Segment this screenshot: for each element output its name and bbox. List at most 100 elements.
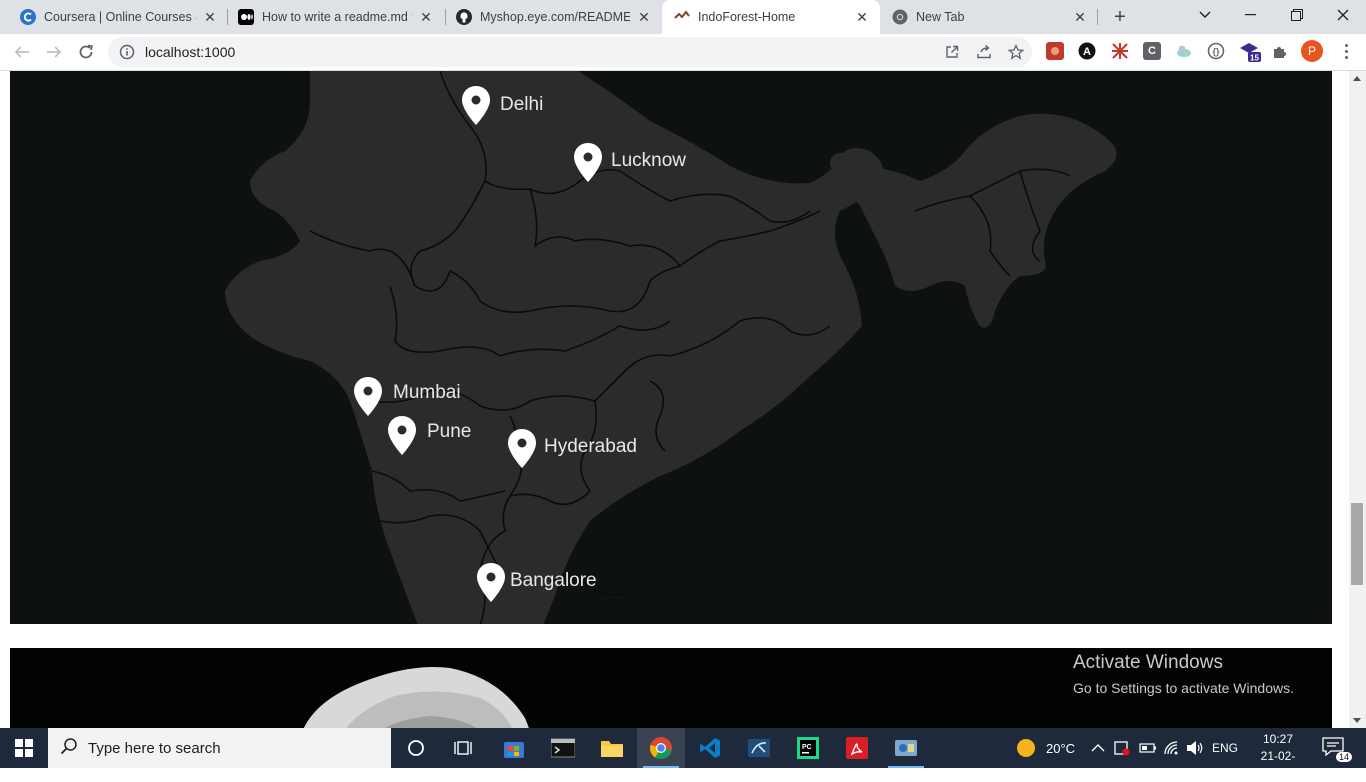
taskbar-chrome[interactable] bbox=[637, 728, 685, 768]
map-pin-icon bbox=[477, 563, 505, 602]
city-pin-pune[interactable]: Pune bbox=[388, 416, 471, 455]
taskbar-search[interactable]: Type here to search bbox=[48, 728, 391, 768]
chrome-icon bbox=[892, 9, 908, 25]
city-pin-bangalore[interactable]: Bangalore bbox=[477, 563, 597, 602]
close-icon[interactable]: ✕ bbox=[636, 9, 652, 25]
taskbar-store[interactable] bbox=[490, 728, 538, 768]
start-button[interactable] bbox=[0, 728, 48, 768]
tray-battery[interactable] bbox=[1139, 728, 1157, 768]
site-icon bbox=[674, 9, 690, 25]
city-label: Mumbai bbox=[393, 382, 461, 403]
india-map-section: Delhi Lucknow Mumbai Pune Hyderabad Bang… bbox=[10, 71, 1332, 624]
tab-readme[interactable]: How to write a readme.md file? ✕ bbox=[226, 0, 444, 34]
taskbar-file-explorer[interactable] bbox=[588, 728, 636, 768]
extension-c-icon[interactable]: C bbox=[1143, 42, 1161, 60]
weather-widget[interactable]: 20°C bbox=[1016, 728, 1075, 768]
info-icon[interactable] bbox=[119, 44, 135, 60]
city-label: Hyderabad bbox=[544, 436, 637, 457]
tray-language[interactable]: ENG bbox=[1212, 728, 1238, 768]
address-url: localhost:1000 bbox=[145, 44, 236, 60]
open-in-app-icon[interactable] bbox=[942, 42, 962, 62]
chevron-up-icon bbox=[1091, 744, 1105, 752]
tab-indoforest[interactable]: IndoForest-Home ✕ bbox=[662, 0, 880, 34]
map-pin-icon bbox=[574, 143, 602, 182]
back-button[interactable] bbox=[10, 40, 34, 64]
svg-text:A: A bbox=[1083, 46, 1091, 58]
wifi-icon bbox=[1164, 741, 1178, 755]
github-icon bbox=[456, 9, 472, 25]
clock-date: 21-02-2022 bbox=[1260, 749, 1296, 780]
tab-github[interactable]: Myshop.eye.com/README.md ✕ bbox=[444, 0, 662, 34]
taskbar-mysql-workbench[interactable] bbox=[735, 728, 783, 768]
pycharm-icon: PC bbox=[797, 737, 819, 759]
task-view-button[interactable] bbox=[440, 728, 488, 768]
taskbar-acrobat[interactable] bbox=[833, 728, 881, 768]
taskbar-pycharm[interactable]: PC bbox=[784, 728, 832, 768]
mysql-workbench-icon bbox=[748, 739, 770, 757]
sun-icon bbox=[1017, 739, 1035, 757]
page-viewport: Delhi Lucknow Mumbai Pune Hyderabad Bang… bbox=[0, 71, 1366, 728]
tab-strip: Coursera | Online Courses & Cr ✕ How to … bbox=[0, 0, 1366, 34]
reload-button[interactable] bbox=[74, 40, 98, 64]
new-tab-button[interactable]: + bbox=[1108, 5, 1132, 29]
terminal-icon bbox=[551, 738, 575, 758]
tab-newtab[interactable]: New Tab ✕ bbox=[880, 0, 1098, 34]
minimize-button[interactable] bbox=[1228, 0, 1274, 30]
taskbar-vscode[interactable] bbox=[686, 728, 734, 768]
activate-windows-watermark: Activate Windows Go to Settings to activ… bbox=[1073, 652, 1294, 696]
tray-wifi[interactable] bbox=[1163, 728, 1181, 768]
tab-coursera[interactable]: Coursera | Online Courses & Cr ✕ bbox=[8, 0, 228, 34]
show-hidden-icons[interactable] bbox=[1091, 728, 1105, 768]
extension-cloud-icon[interactable] bbox=[1175, 42, 1193, 60]
map-pin-icon bbox=[354, 377, 382, 416]
city-label: Delhi bbox=[500, 94, 543, 115]
cortana-icon bbox=[408, 740, 424, 756]
close-window-button[interactable] bbox=[1320, 0, 1366, 30]
city-pin-delhi[interactable]: Delhi bbox=[462, 86, 543, 125]
windows-logo-icon bbox=[15, 739, 33, 757]
vscode-icon bbox=[700, 738, 720, 758]
angular-devtools-icon[interactable]: A bbox=[1078, 42, 1096, 60]
bookmark-star-icon[interactable] bbox=[1006, 42, 1026, 62]
extension-pattern-icon[interactable] bbox=[1111, 42, 1129, 60]
tab-title: Myshop.eye.com/README.md bbox=[480, 10, 630, 24]
menu-icon[interactable] bbox=[1336, 40, 1356, 62]
close-icon[interactable]: ✕ bbox=[854, 9, 870, 25]
tab-separator bbox=[1097, 9, 1098, 25]
windows-taskbar: Type here to search PC 20°C ENG 10:27 21… bbox=[0, 728, 1366, 780]
scroll-up-arrow-icon[interactable] bbox=[1353, 76, 1361, 81]
tab-search-button[interactable] bbox=[1182, 0, 1228, 30]
tray-meet-now[interactable] bbox=[1114, 728, 1132, 768]
address-bar[interactable]: localhost:1000 bbox=[108, 37, 1032, 67]
scroll-down-arrow-icon[interactable] bbox=[1353, 718, 1361, 723]
task-view-icon bbox=[454, 741, 472, 755]
city-pin-lucknow[interactable]: Lucknow bbox=[574, 143, 686, 182]
tray-volume[interactable] bbox=[1186, 728, 1204, 768]
taskbar-terminal[interactable] bbox=[539, 728, 587, 768]
extension-braces-icon[interactable]: {} bbox=[1207, 42, 1225, 60]
extension-red-icon[interactable] bbox=[1046, 42, 1064, 60]
share-icon[interactable] bbox=[974, 42, 994, 62]
action-center-button[interactable]: 14 bbox=[1322, 736, 1352, 762]
taskbar-clock[interactable]: 10:27 21-02-2022 bbox=[1252, 731, 1304, 782]
city-pins: Delhi Lucknow Mumbai Pune Hyderabad Bang… bbox=[354, 86, 686, 602]
watermark-title: Activate Windows bbox=[1073, 652, 1223, 673]
close-icon[interactable]: ✕ bbox=[1072, 9, 1088, 25]
restore-button[interactable] bbox=[1274, 0, 1320, 30]
svg-text:PC: PC bbox=[802, 744, 812, 751]
scrollbar-thumb[interactable] bbox=[1351, 503, 1363, 585]
close-icon[interactable]: ✕ bbox=[202, 9, 218, 25]
city-pin-hyderabad[interactable]: Hyderabad bbox=[508, 429, 637, 468]
extensions-puzzle-icon[interactable] bbox=[1271, 42, 1289, 60]
control-panel-icon bbox=[895, 740, 917, 756]
forward-button[interactable] bbox=[42, 40, 66, 64]
city-label: Pune bbox=[427, 421, 471, 442]
extension-cap-icon[interactable]: 15 bbox=[1238, 42, 1262, 63]
close-icon[interactable]: ✕ bbox=[418, 9, 434, 25]
profile-avatar[interactable]: P bbox=[1301, 40, 1323, 62]
page-scrollbar[interactable] bbox=[1349, 71, 1366, 728]
cortana-button[interactable] bbox=[392, 728, 440, 768]
taskbar-control-panel[interactable] bbox=[882, 728, 930, 768]
clock-time: 10:27 bbox=[1262, 732, 1294, 746]
city-pin-mumbai[interactable]: Mumbai bbox=[354, 377, 461, 416]
